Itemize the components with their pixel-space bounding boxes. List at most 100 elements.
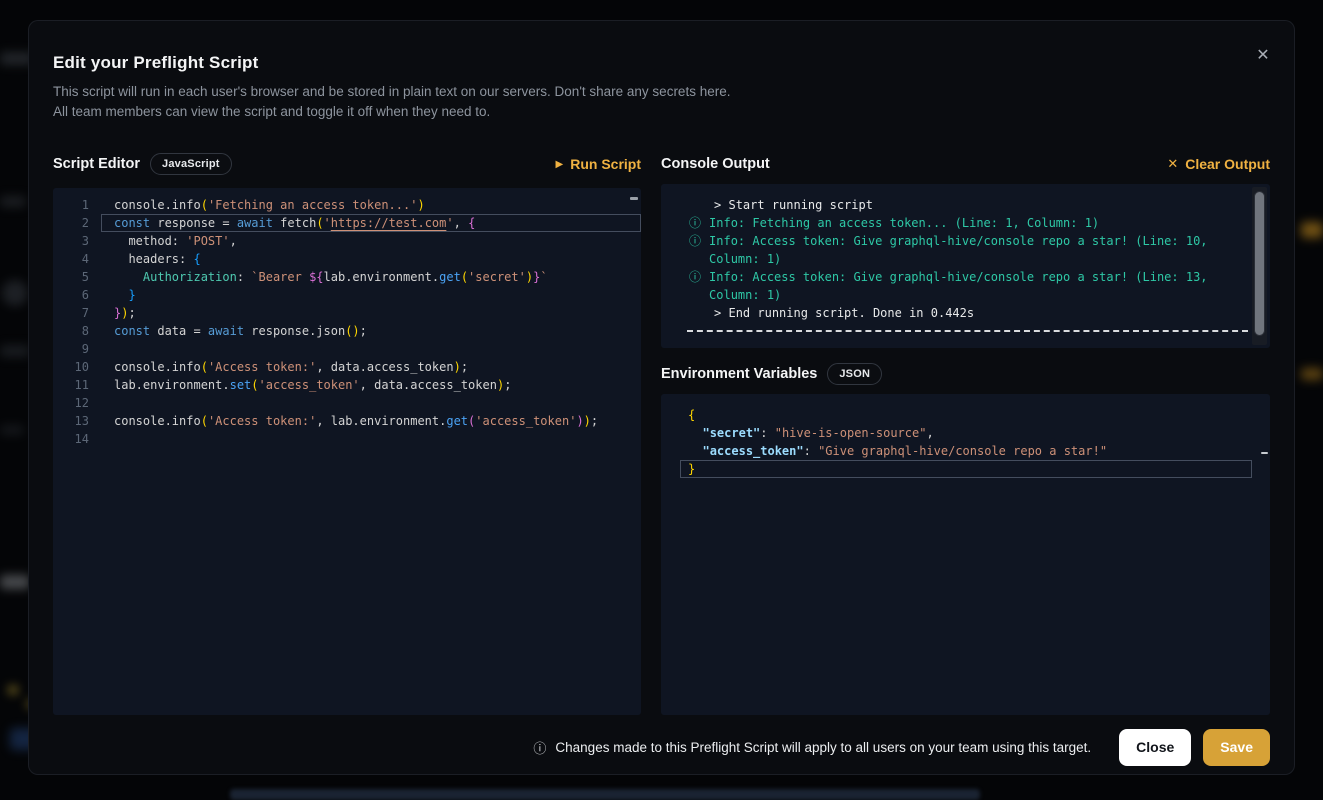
console-scrollbar-thumb[interactable]: [1254, 191, 1265, 336]
code-token: ;: [461, 360, 468, 374]
console-log-text: Info: Fetching an access token... (Line:…: [709, 216, 1099, 230]
clear-output-label: Clear Output: [1185, 156, 1270, 172]
code-line-content: const response = await fetch('https://te…: [101, 214, 641, 232]
line-number: 13: [53, 412, 89, 430]
code-token: (: [201, 198, 208, 212]
line-number: 9: [53, 340, 89, 358]
code-line[interactable]: 8const data = await response.json();: [53, 322, 641, 340]
console-log-line: > Start running script: [685, 196, 1248, 214]
line-number: 4: [53, 250, 89, 268]
page-title: Edit your Preflight Script: [53, 53, 1270, 73]
code-token: const: [114, 216, 150, 230]
console-scrollbar[interactable]: [1252, 187, 1267, 345]
code-token: response =: [150, 216, 237, 230]
code-token: }: [128, 288, 135, 302]
info-circle-icon: ⓘ: [689, 268, 701, 286]
code-line[interactable]: 11lab.environment.set('access_token', da…: [53, 376, 641, 394]
code-token: ${: [309, 270, 323, 284]
code-token: ): [417, 198, 424, 212]
footer-note-text: Changes made to this Preflight Script wi…: [555, 740, 1091, 755]
code-token: (: [201, 360, 208, 374]
line-number: 7: [53, 304, 89, 322]
code-line[interactable]: 9: [53, 340, 641, 358]
clear-output-button[interactable]: ✕ Clear Output: [1167, 156, 1270, 172]
environment-variables-editor[interactable]: { "secret": "hive-is-open-source", "acce…: [661, 394, 1270, 715]
code-token: "access_token": [688, 444, 804, 458]
run-script-button[interactable]: ▶ Run Script: [556, 156, 641, 172]
code-token: ': [324, 216, 331, 230]
code-token: ): [454, 360, 461, 374]
code-line[interactable]: 5 Authorization: `Bearer ${lab.environme…: [53, 268, 641, 286]
code-token: ;: [360, 324, 367, 338]
line-number: 14: [53, 430, 89, 448]
code-token: `Bearer: [251, 270, 309, 284]
code-line[interactable]: 13console.info('Access token:', lab.envi…: [53, 412, 641, 430]
footer-note: ⓘ Changes made to this Preflight Script …: [533, 738, 1091, 757]
preflight-script-dialog: ✕ Edit your Preflight Script This script…: [28, 20, 1295, 775]
code-token: console.info: [114, 198, 201, 212]
language-badge: JavaScript: [150, 153, 232, 175]
console-log-line: ⓘInfo: Access token: Give graphql-hive/c…: [685, 232, 1248, 268]
console-log-text: > Start running script: [714, 198, 873, 212]
code-token: `: [540, 270, 547, 284]
close-button[interactable]: Close: [1119, 729, 1191, 766]
code-line[interactable]: 3 method: 'POST',: [53, 232, 641, 250]
code-token: , data.access_token: [360, 378, 497, 392]
decorative-blob: [0, 575, 30, 589]
code-token: 'access_token': [475, 414, 576, 428]
code-token: get: [439, 270, 461, 284]
code-token: :: [237, 270, 251, 284]
code-token: }: [688, 462, 695, 476]
decorative-blob: [2, 280, 28, 306]
play-icon: ▶: [556, 159, 564, 170]
close-icon[interactable]: ✕: [1252, 45, 1274, 67]
env-json-line[interactable]: {: [661, 406, 1252, 424]
decorative-blob: [0, 196, 26, 207]
overview-ruler-mark: [630, 197, 638, 200]
code-line[interactable]: 14: [53, 430, 641, 448]
line-number: 6: [53, 286, 89, 304]
code-line[interactable]: 4 headers: {: [53, 250, 641, 268]
code-token: ,: [926, 426, 933, 440]
line-number: 2: [53, 214, 89, 232]
decorative-blob: [1301, 222, 1323, 238]
env-json-line[interactable]: "secret": "hive-is-open-source",: [661, 424, 1252, 442]
env-json-line[interactable]: }: [680, 460, 1252, 478]
code-token: {: [193, 252, 200, 266]
code-line-content: console.info('Fetching an access token..…: [101, 196, 641, 214]
code-line[interactable]: 2 const response = await fetch('https://t…: [53, 214, 641, 232]
code-line[interactable]: 7});: [53, 304, 641, 322]
code-token: (): [345, 324, 359, 338]
line-number: 12: [53, 394, 89, 412]
code-line[interactable]: 1console.info('Fetching an access token.…: [53, 196, 641, 214]
code-token: console.info: [114, 360, 201, 374]
info-icon: ⓘ: [533, 738, 546, 757]
code-line-content: [101, 394, 641, 412]
code-token: 'Access token:': [208, 414, 316, 428]
code-line[interactable]: 12: [53, 394, 641, 412]
code-line[interactable]: 10console.info('Access token:', data.acc…: [53, 358, 641, 376]
code-token: ,: [230, 234, 237, 248]
code-token: await: [208, 324, 244, 338]
code-line[interactable]: 6 }: [53, 286, 641, 304]
code-token: data =: [150, 324, 208, 338]
code-token: headers:: [114, 252, 193, 266]
decorative-blob: [0, 345, 30, 357]
script-code-editor[interactable]: 1console.info('Fetching an access token.…: [53, 188, 641, 715]
code-line-content: const data = await response.json();: [101, 322, 641, 340]
code-token: Authorization: [143, 270, 237, 284]
code-token: lab.environment.: [324, 270, 440, 284]
code-token: method:: [114, 234, 186, 248]
save-button[interactable]: Save: [1203, 729, 1270, 766]
decorative-blob: [1301, 368, 1323, 380]
code-token: (: [201, 414, 208, 428]
console-log-line: ⓘInfo: Fetching an access token... (Line…: [685, 214, 1248, 232]
console-output-heading: Console Output: [661, 156, 770, 172]
code-token: ;: [504, 378, 511, 392]
code-token: https://test.com: [331, 216, 447, 230]
env-json-line[interactable]: "access_token": "Give graphql-hive/conso…: [661, 442, 1252, 460]
environment-variables-heading: Environment Variables: [661, 366, 817, 382]
console-output-log[interactable]: > Start running scriptⓘInfo: Fetching an…: [661, 184, 1270, 348]
code-line-content: console.info('Access token:', data.acces…: [101, 358, 641, 376]
code-token: get: [446, 414, 468, 428]
